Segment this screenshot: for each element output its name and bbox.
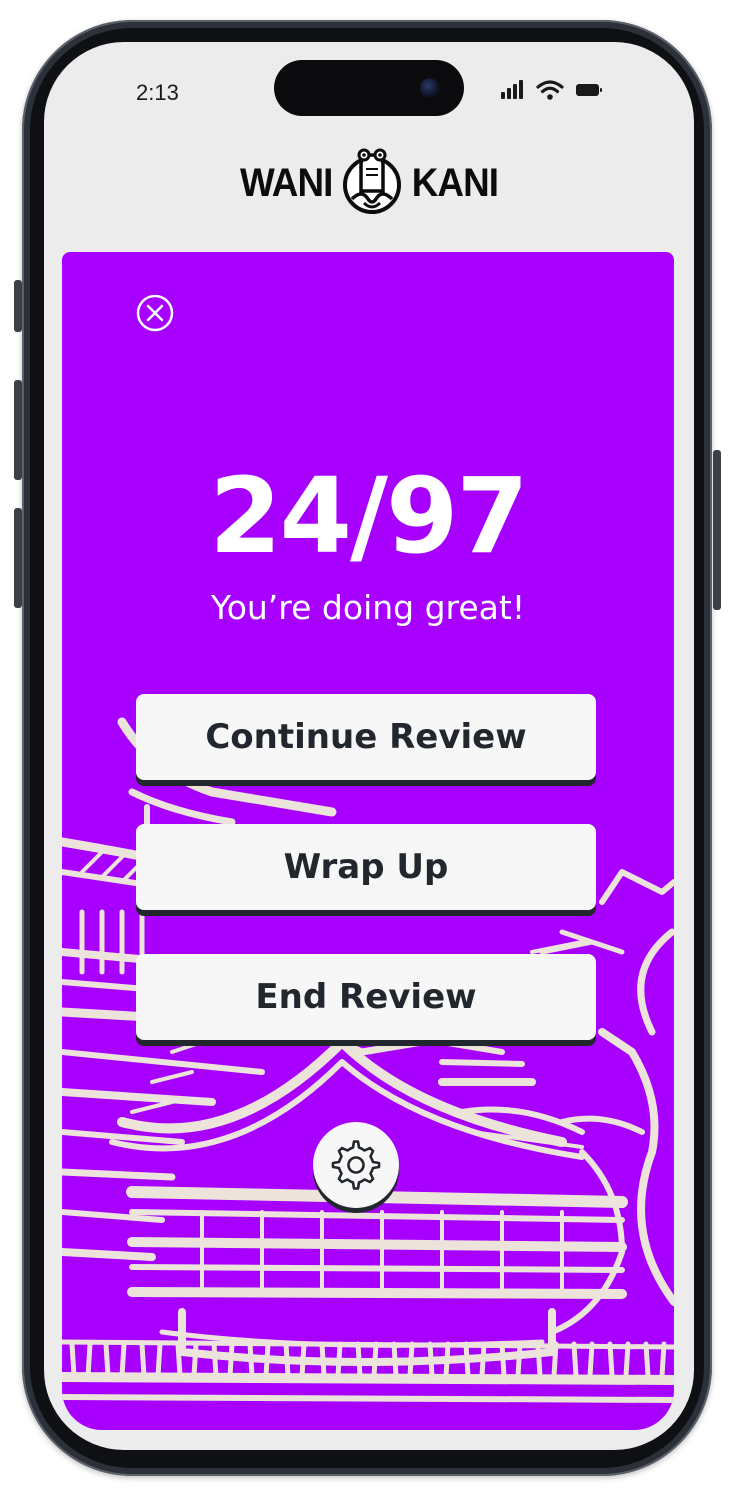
battery-icon (576, 84, 602, 96)
crocodile-mascot-icon (343, 148, 402, 214)
phone-screen: 2:13 WANI KANI 24/97 You’re doing great!… (44, 42, 694, 1450)
review-card: 24/97 You’re doing great! Continue Revie… (62, 252, 674, 1430)
encouragement-message: You’re doing great! (210, 588, 526, 627)
power-button (713, 450, 721, 610)
gear-icon (331, 1140, 381, 1190)
end-review-button[interactable]: End Review (136, 954, 596, 1040)
dynamic-island (274, 60, 464, 116)
settings-button[interactable] (313, 1122, 399, 1208)
continue-review-button[interactable]: Continue Review (136, 694, 596, 780)
mute-switch (14, 280, 22, 332)
signal-icon (501, 80, 523, 99)
close-icon[interactable] (136, 294, 174, 332)
review-progress-count: 24/97 (209, 455, 528, 577)
volume-up-button (14, 380, 22, 480)
logo-word-wani: WANI (239, 160, 333, 205)
volume-down-button (14, 508, 22, 608)
logo-word-kani: KANI (412, 160, 499, 205)
wrap-up-button[interactable]: Wrap Up (136, 824, 596, 910)
status-icons (500, 80, 602, 100)
camera-icon (420, 78, 440, 98)
wifi-icon (536, 80, 564, 100)
status-time: 2:13 (136, 80, 179, 105)
wanikani-logo: WANI KANI (44, 138, 694, 228)
